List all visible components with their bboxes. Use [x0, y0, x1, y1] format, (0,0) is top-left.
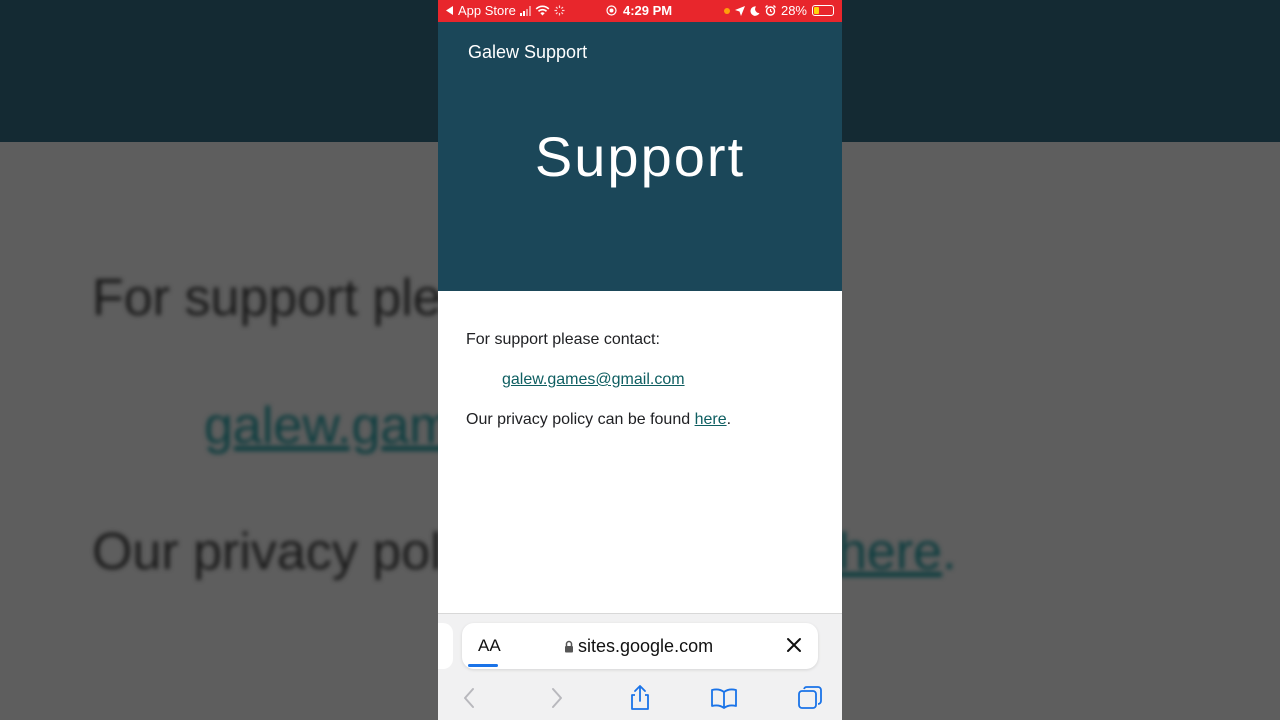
alarm-icon — [764, 5, 776, 16]
site-name-link[interactable]: Galew Support — [468, 42, 587, 63]
email-link[interactable]: galew.games@gmail.com — [502, 371, 685, 389]
status-bar: App Store 4:29 PM 28% — [438, 0, 842, 22]
tabs-icon[interactable] — [796, 684, 824, 712]
privacy-suffix: . — [726, 411, 732, 428]
status-time-group: 4:29 PM — [606, 3, 672, 18]
battery-icon — [812, 5, 834, 16]
contact-text: For support please contact: — [466, 331, 660, 348]
share-icon[interactable] — [626, 684, 654, 712]
browser-toolbar: AA sites.google.com — [438, 613, 842, 720]
moon-icon — [750, 5, 760, 16]
background-text-2: galew.gam — [204, 397, 453, 455]
back-to-app-button[interactable]: App Store — [446, 3, 565, 18]
wifi-icon — [535, 5, 550, 16]
cellular-signal-icon — [519, 5, 531, 16]
url-text: sites.google.com — [578, 636, 714, 656]
site-header: Galew Support Support — [438, 22, 842, 291]
privacy-text: Our privacy policy can be found — [466, 411, 695, 428]
lock-icon — [565, 640, 573, 653]
forward-icon[interactable] — [542, 684, 570, 712]
battery-percent: 28% — [780, 3, 807, 18]
page-title: Support — [534, 125, 746, 188]
back-app-label: App Store — [458, 3, 516, 18]
load-progress-bar — [468, 664, 498, 667]
location-icon — [734, 5, 745, 16]
background-text-1: For support ple — [92, 269, 442, 327]
mic-indicator-icon — [723, 7, 730, 14]
background-text-3: Our privacy poli — [92, 523, 454, 581]
phone-screen: App Store 4:29 PM 28% Galew Support Supp… — [438, 0, 842, 720]
status-right-group: 28% — [723, 3, 834, 18]
bookmarks-icon[interactable] — [710, 684, 738, 712]
privacy-policy-link[interactable]: here — [695, 411, 727, 428]
navigation-row — [438, 680, 842, 720]
status-time: 4:29 PM — [623, 3, 673, 18]
previous-tab-peek[interactable] — [438, 623, 453, 669]
loading-spinner-icon — [554, 5, 565, 16]
background-text-4: here. — [838, 523, 957, 581]
close-icon[interactable] — [784, 635, 804, 655]
back-icon[interactable] — [456, 684, 484, 712]
screen-record-icon — [606, 5, 617, 16]
address-bar[interactable]: AA sites.google.com — [462, 623, 818, 669]
back-triangle-icon — [446, 6, 453, 15]
privacy-paragraph: Our privacy policy can be found here. — [466, 411, 731, 429]
text-size-button[interactable]: AA — [478, 636, 501, 656]
url-display[interactable]: sites.google.com — [564, 636, 713, 657]
